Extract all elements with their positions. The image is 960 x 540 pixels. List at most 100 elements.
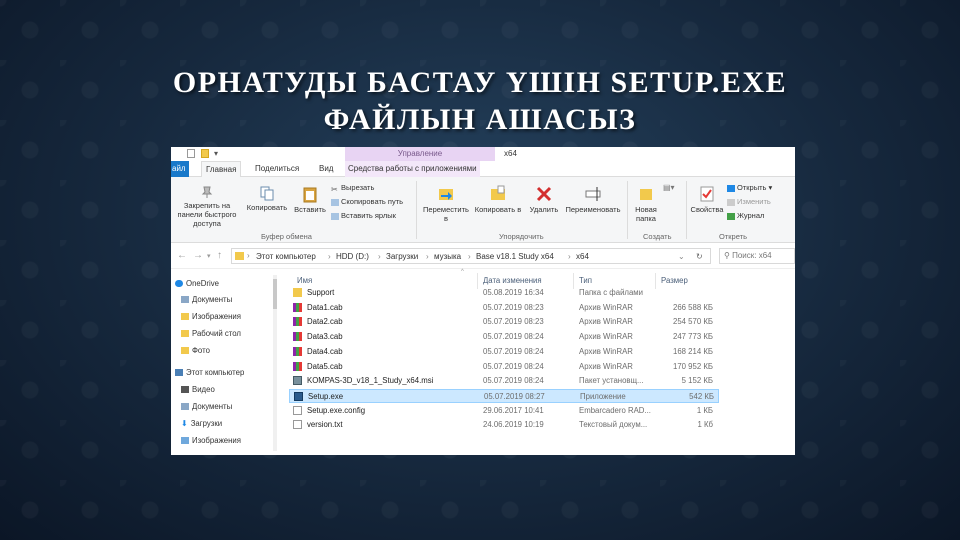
open-icon [727, 184, 735, 192]
address-bar: ← → ▾ ↑ › Этот компьютер › HDD (D:) › За… [171, 243, 795, 269]
nav-item-this-pc[interactable]: Этот компьютер [175, 368, 244, 377]
ribbon-separator [416, 181, 417, 239]
refresh-icon[interactable]: ↻ [696, 252, 703, 261]
chevron-down-icon[interactable]: ⌄ [678, 252, 685, 261]
table-row[interactable]: version.txt 24.06.2019 10:19 Текстовый док… [289, 418, 719, 432]
ribbon-separator [686, 181, 687, 239]
search-placeholder: Поиск: x64 [732, 251, 772, 260]
table-row[interactable]: Data3.cab 05.07.2019 08:24 Архив WinRAR 247… [289, 330, 719, 344]
history-button[interactable]: Журнал [727, 211, 764, 220]
breadcrumb-hdd[interactable]: HDD (D:) [336, 252, 369, 261]
table-row[interactable]: Data1.cab 05.07.2019 08:23 Архив WinRAR 266… [289, 301, 719, 315]
open-button[interactable]: Открыть ▾ [727, 183, 772, 192]
group-create-label: Создать [643, 232, 672, 241]
move-to-button[interactable]: Переместить в [421, 185, 471, 223]
nav-scrollbar[interactable] [273, 275, 277, 451]
file-name: Data4.cab [307, 346, 343, 356]
nav-item-desktop[interactable]: Рабочий стол [181, 329, 241, 338]
table-row[interactable]: Data2.cab 05.07.2019 08:23 Архив WinRAR 254… [289, 315, 719, 329]
folder-icon [235, 252, 244, 260]
table-row[interactable]: Setup.exe.config 29.06.2017 10:41 Embarcad… [289, 404, 719, 418]
nav-item-pictures-pc[interactable]: Изображения [181, 436, 241, 445]
file-type: Текстовый докум... [579, 420, 648, 430]
tab-share[interactable]: Поделиться [255, 161, 299, 177]
tab-home[interactable]: Главная [201, 161, 242, 177]
dropdown-icon[interactable]: ▾ [214, 149, 218, 158]
new-folder-button[interactable]: Новая папка [631, 185, 661, 223]
breadcrumb-downloads[interactable]: Загрузки [386, 252, 418, 261]
pin-icon [201, 186, 213, 198]
table-row[interactable]: Support 05.08.2019 16:34 Папка с файлами [289, 286, 719, 300]
address-path[interactable]: › Этот компьютер › HDD (D:) › Загрузки ›… [231, 248, 711, 264]
file-date: 05.08.2019 16:34 [483, 288, 544, 297]
folder-icon [293, 288, 302, 297]
group-organize-label: Упорядочить [499, 232, 544, 241]
pin-button[interactable]: Закрепить на панели быстрого доступа [171, 185, 243, 228]
tab-file[interactable]: айл [171, 161, 189, 177]
edit-button[interactable]: Изменить [727, 197, 771, 206]
table-row[interactable]: KOMPAS-3D_v18_1_Study_x64.msi 05.07.2019 … [289, 374, 719, 388]
folder-icon[interactable] [201, 149, 209, 158]
scrollbar-thumb[interactable] [273, 279, 277, 309]
history-dropdown-icon[interactable]: ▾ [207, 252, 211, 260]
table-row[interactable]: Data4.cab 05.07.2019 08:24 Архив WinRAR 168… [289, 345, 719, 359]
column-header-name[interactable]: Имя [297, 276, 312, 285]
file-name: Support [307, 288, 335, 297]
file-type: Архив WinRAR [579, 302, 633, 312]
file-date: 05.07.2019 08:23 [483, 302, 544, 312]
nav-item-downloads[interactable]: ⬇ Загрузки [181, 419, 222, 428]
copy-path-button[interactable]: Скопировать путь [331, 197, 403, 206]
file-type: Приложение [580, 391, 626, 401]
paste-button[interactable]: Вставить [291, 185, 329, 214]
file-name: Setup.exe [308, 391, 344, 401]
properties-button[interactable]: Свойства [689, 185, 725, 214]
copy-path-label: Скопировать путь [341, 197, 404, 206]
file-date: 24.06.2019 10:19 [483, 420, 544, 430]
column-header-type[interactable]: Тип [579, 276, 592, 285]
forward-arrow-icon[interactable]: → [193, 250, 203, 261]
winrar-icon [293, 332, 302, 342]
table-row[interactable]: Data5.cab 05.07.2019 08:24 Архив WinRAR 170… [289, 360, 719, 374]
column-header-size[interactable]: Размер [661, 276, 688, 285]
search-input[interactable]: ⚲ Поиск: x64 [719, 248, 795, 264]
nav-item-documents-pc[interactable]: Документы [181, 402, 232, 411]
breadcrumb-music[interactable]: музыка [434, 252, 461, 261]
tab-app-tools[interactable]: Средства работы с приложениями [345, 161, 480, 177]
file-date: 05.07.2019 08:24 [483, 332, 544, 342]
nav-item-onedrive[interactable]: OneDrive [175, 279, 219, 288]
move-to-label: Переместить в [423, 205, 469, 223]
nav-item-videos[interactable]: Видео [181, 385, 215, 394]
computer-icon [175, 369, 183, 377]
nav-item-label: Изображения [192, 436, 242, 445]
up-arrow-icon[interactable]: ↑ [217, 250, 222, 261]
file-name: Data2.cab [307, 317, 343, 327]
nav-item-documents[interactable]: Документы [181, 295, 232, 304]
column-header-date[interactable]: Дата изменения [483, 276, 542, 285]
breadcrumb-x64[interactable]: x64 [576, 252, 589, 261]
nav-item-label: Документы [192, 295, 233, 304]
nav-item-label: Загрузки [190, 419, 223, 428]
file-date: 05.07.2019 08:24 [483, 346, 544, 356]
folder-icon [181, 313, 189, 321]
paste-shortcut-button[interactable]: Вставить ярлык [331, 211, 396, 220]
nav-item-pictures[interactable]: Изображения [181, 312, 241, 321]
tab-view[interactable]: Вид [319, 161, 333, 177]
winrar-icon [293, 361, 302, 371]
edit-icon [727, 198, 735, 206]
copy-button[interactable]: Копировать [241, 185, 293, 212]
table-row[interactable]: Setup.exe 05.07.2019 08:27 Приложение 542 К… [289, 388, 719, 403]
copy-to-button[interactable]: Копировать в [471, 185, 525, 214]
checkbox-icon[interactable] [187, 149, 195, 158]
file-name: Data1.cab [307, 302, 343, 312]
ribbon-tabs: айл Главная Поделиться Вид Средства рабо… [171, 161, 795, 177]
breadcrumb-this-pc[interactable]: Этот компьютер [256, 252, 316, 261]
back-arrow-icon[interactable]: ← [177, 250, 187, 261]
nav-item-photos[interactable]: Фото [181, 346, 210, 355]
file-size: 168 214 КБ [672, 346, 713, 356]
cut-button[interactable]: ✂ Вырезать [331, 183, 375, 194]
delete-button[interactable]: Удалить [525, 185, 563, 214]
breadcrumb-base[interactable]: Base v18.1 Study x64 [476, 252, 554, 261]
new-item-icon[interactable]: ▤▾ [663, 183, 675, 192]
cut-label: Вырезать [341, 183, 375, 192]
rename-button[interactable]: Переименовать [561, 185, 625, 214]
